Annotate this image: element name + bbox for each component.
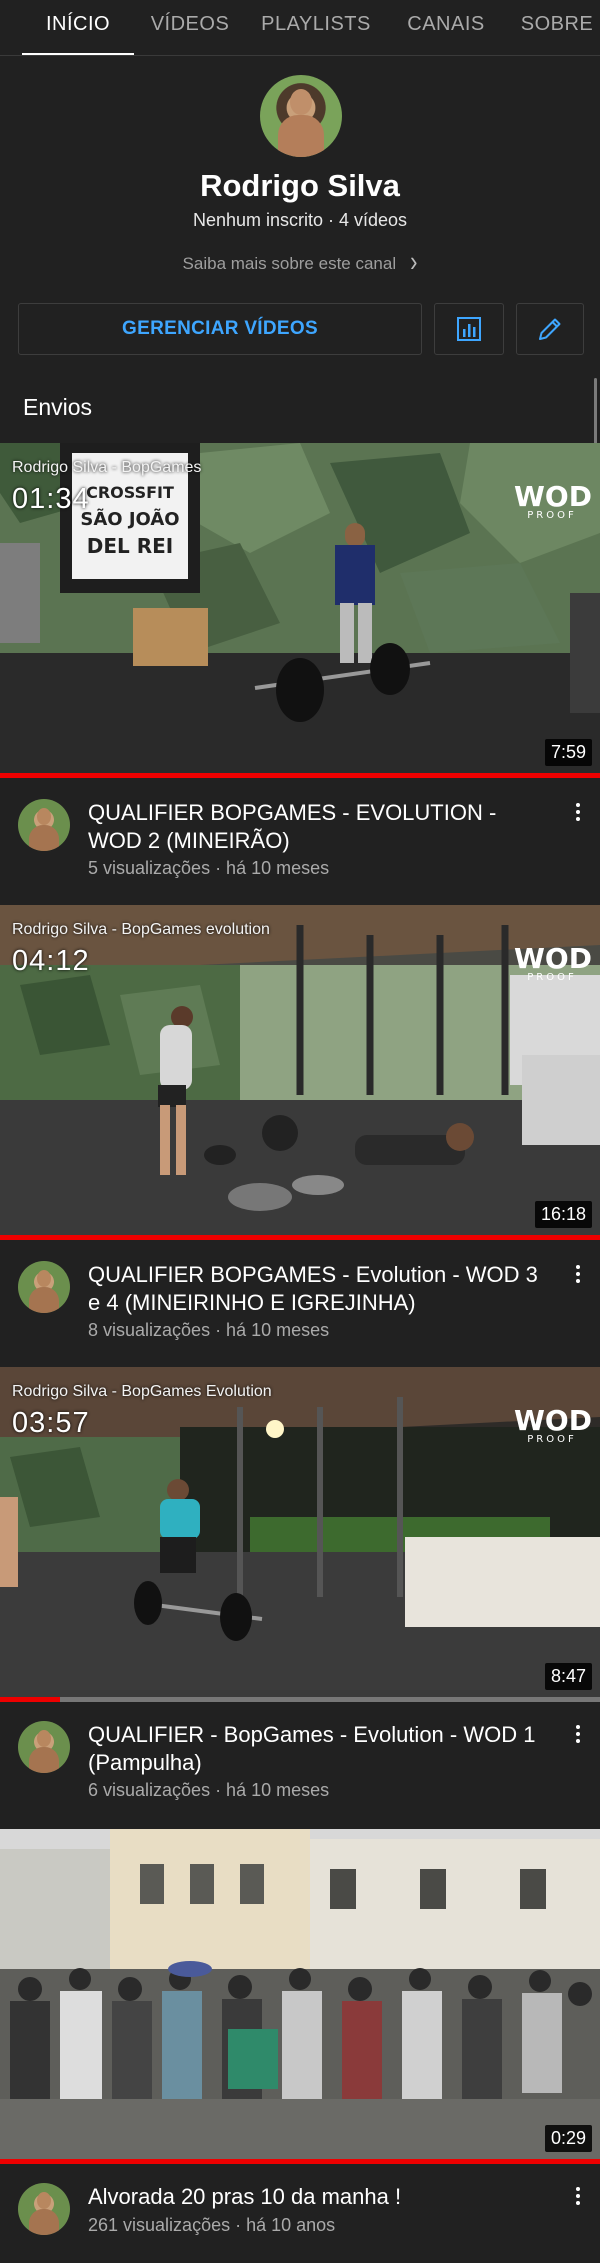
watch-progress-bar bbox=[0, 1235, 600, 1240]
bar-chart-icon bbox=[457, 317, 481, 341]
more-options-icon[interactable] bbox=[570, 1259, 586, 1289]
gym-scene-image bbox=[0, 905, 600, 1240]
video-duration: 7:59 bbox=[544, 739, 592, 766]
thumbnail-overlay-title: Rodrigo Silva - BopGames evolution bbox=[12, 921, 270, 938]
video-title[interactable]: QUALIFIER - BopGames - Evolution - WOD 1… bbox=[88, 1721, 548, 1777]
video-duration: 16:18 bbox=[534, 1201, 592, 1228]
analytics-button[interactable] bbox=[434, 303, 504, 355]
video-duration: 0:29 bbox=[544, 2125, 592, 2152]
video-thumbnail[interactable]: Rodrigo Silva - BopGames evolution 04:12… bbox=[0, 905, 600, 1240]
video-duration: 8:47 bbox=[544, 1663, 592, 1690]
watch-progress-bar bbox=[0, 1697, 60, 1702]
thumbnail-overlay-time: 04:12 bbox=[12, 945, 90, 977]
more-options-icon[interactable] bbox=[570, 797, 586, 827]
tab-inicio[interactable]: INÍCIO bbox=[22, 0, 134, 55]
about-channel-label: Saiba mais sobre este canal bbox=[182, 254, 397, 273]
video-card: 0:29 Alvorada 20 pras 10 da manha ! 261 … bbox=[0, 1829, 600, 2263]
channel-avatar[interactable] bbox=[260, 75, 342, 157]
pencil-icon bbox=[539, 318, 561, 340]
video-thumbnail[interactable]: Rodrigo Silva - BopGames Evolution 03:57… bbox=[0, 1367, 600, 1702]
video-card: Rodrigo Silva - BopGames Evolution 03:57… bbox=[0, 1367, 600, 1829]
chevron-right-icon: › bbox=[410, 245, 418, 278]
progress-track bbox=[0, 1697, 600, 1702]
svg-text:SÃO JOÃO: SÃO JOÃO bbox=[80, 507, 179, 530]
manage-videos-label: GERENCIAR VÍDEOS bbox=[122, 318, 318, 339]
gym-scene-image: CROSSFIT SÃO JOÃO DEL REI bbox=[0, 443, 600, 778]
gym-scene-image bbox=[0, 1367, 600, 1702]
channel-avatar-small[interactable] bbox=[18, 799, 70, 851]
video-card: Rodrigo Silva - BopGames evolution 04:12… bbox=[0, 905, 600, 1367]
street-crowd-image bbox=[0, 1829, 600, 2164]
tab-canais[interactable]: CANAIS bbox=[400, 0, 492, 55]
video-title[interactable]: QUALIFIER BOPGAMES - EVOLUTION - WOD 2 (… bbox=[88, 799, 548, 855]
wod-proof-logo: WOD PROOF bbox=[514, 480, 592, 521]
tab-sobre[interactable]: SOBRE bbox=[512, 0, 600, 55]
channel-tabs: INÍCIO VÍDEOS PLAYLISTS CANAIS SOBRE bbox=[0, 0, 600, 56]
channel-name: Rodrigo Silva bbox=[200, 168, 400, 203]
video-title[interactable]: QUALIFIER BOPGAMES - Evolution - WOD 3 e… bbox=[88, 1261, 548, 1317]
edit-channel-button[interactable] bbox=[516, 303, 584, 355]
more-options-icon[interactable] bbox=[570, 1719, 586, 1749]
wod-proof-logo: WOD PROOF bbox=[514, 1404, 592, 1445]
video-meta: 8 visualizações · há 10 meses bbox=[88, 1320, 330, 1340]
video-thumbnail[interactable]: 0:29 bbox=[0, 1829, 600, 2164]
thumbnail-overlay-title: Rodrigo Silva - BopGames Evolution bbox=[12, 1383, 272, 1400]
svg-text:DEL REI: DEL REI bbox=[87, 534, 173, 558]
tab-videos[interactable]: VÍDEOS bbox=[140, 0, 240, 55]
channel-avatar-small[interactable] bbox=[18, 1721, 70, 1773]
thumbnail-overlay-title: Rodrigo Silva - BopGames bbox=[12, 459, 202, 476]
manage-videos-button[interactable]: GERENCIAR VÍDEOS bbox=[18, 303, 422, 355]
more-options-icon[interactable] bbox=[570, 2181, 586, 2211]
watch-progress-bar bbox=[0, 773, 600, 778]
tab-playlists[interactable]: PLAYLISTS bbox=[256, 0, 376, 55]
video-card: CROSSFIT SÃO JOÃO DEL REI Rodrigo Silva … bbox=[0, 443, 600, 905]
video-title[interactable]: Alvorada 20 pras 10 da manha ! bbox=[88, 2183, 548, 2211]
video-meta: 5 visualizações · há 10 meses bbox=[88, 858, 330, 878]
thumbnail-overlay-time: 01:34 bbox=[12, 483, 90, 515]
video-meta: 261 visualizações · há 10 anos bbox=[88, 2215, 336, 2235]
wod-proof-logo: WOD PROOF bbox=[514, 942, 592, 983]
channel-meta: Nenhum inscrito · 4 vídeos bbox=[192, 210, 408, 230]
watch-progress-bar bbox=[0, 2159, 600, 2164]
section-title-uploads: Envios bbox=[23, 394, 93, 420]
video-meta: 6 visualizações · há 10 meses bbox=[88, 1780, 330, 1800]
thumbnail-overlay-time: 03:57 bbox=[12, 1407, 90, 1439]
video-thumbnail[interactable]: CROSSFIT SÃO JOÃO DEL REI Rodrigo Silva … bbox=[0, 443, 600, 778]
about-channel-link[interactable]: Saiba mais sobre este canal › bbox=[0, 245, 600, 278]
channel-avatar-small[interactable] bbox=[18, 1261, 70, 1313]
channel-avatar-small[interactable] bbox=[18, 2183, 70, 2235]
svg-text:CROSSFIT: CROSSFIT bbox=[86, 483, 174, 502]
